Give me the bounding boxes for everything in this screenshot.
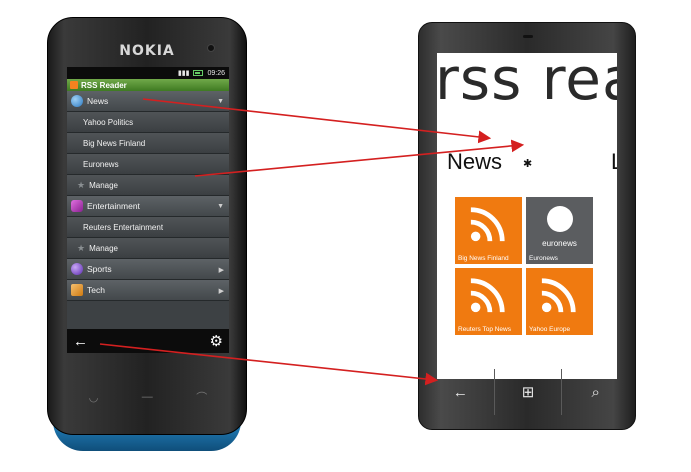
- feed-label: Yahoo Politics: [83, 117, 134, 127]
- feed-item[interactable]: Euronews: [67, 154, 229, 175]
- feed-tile[interactable]: euronews Euronews: [526, 197, 593, 264]
- chevron-right-icon: ▶: [218, 267, 224, 274]
- feed-item[interactable]: Reuters Entertainment: [67, 217, 229, 238]
- start-button[interactable]: ⊞: [493, 369, 562, 415]
- status-bar: ▮▮▮ 09:26: [67, 67, 229, 79]
- ball-icon: [71, 263, 83, 275]
- brand-logo: NOKIA: [119, 43, 175, 59]
- pivot-header-news[interactable]: News: [447, 149, 502, 175]
- feed-label: Euronews: [83, 159, 119, 169]
- category-label: Sports: [87, 264, 112, 274]
- star-icon: ★: [77, 242, 86, 253]
- hardware-keys: ◡ — ⌒: [67, 387, 229, 407]
- feed-item[interactable]: Big News Finland: [67, 133, 229, 154]
- tech-icon: [71, 284, 83, 296]
- status-time: 09:26: [207, 69, 225, 77]
- signal-icon: ▮▮▮: [177, 70, 190, 77]
- tile-label: Big News Finland: [458, 255, 509, 262]
- call-key-icon[interactable]: ◡: [89, 391, 99, 404]
- tile-label: Yahoo Europe: [529, 326, 571, 333]
- category-label: News: [87, 96, 109, 106]
- manage-label: Manage: [89, 180, 118, 190]
- manage-item[interactable]: ★ Manage: [67, 175, 229, 196]
- pivot-header-next[interactable]: L: [611, 149, 617, 175]
- end-key-icon[interactable]: ⌒: [196, 389, 207, 405]
- camera-icon: [207, 44, 215, 52]
- euronews-logo-icon: [547, 206, 573, 232]
- music-icon: [71, 200, 83, 212]
- wp-screen: rss rea News ✱ L Big News Finland eurone…: [437, 53, 617, 379]
- manage-item[interactable]: ★ Manage: [67, 238, 229, 259]
- globe-icon: [71, 95, 83, 107]
- category-label: Tech: [87, 285, 105, 295]
- battery-icon: [193, 70, 204, 76]
- nokia-phone: NOKIA ▮▮▮ 09:26 RSS Reader News ▼ Yahoo …: [47, 17, 247, 454]
- tile-label: Euronews: [529, 255, 558, 262]
- app-title: RSS Reader: [81, 80, 127, 90]
- app-title: rss rea: [437, 53, 617, 113]
- feed-tile[interactable]: Reuters Top News: [455, 268, 522, 335]
- tile-label: Reuters Top News: [458, 326, 511, 333]
- feed-tile[interactable]: Big News Finland: [455, 197, 522, 264]
- manage-label: Manage: [89, 243, 118, 253]
- wp-nav-bar: ← ⊞ ⌕: [427, 369, 629, 415]
- feed-item[interactable]: Yahoo Politics: [67, 112, 229, 133]
- chevron-right-icon: ▶: [218, 288, 224, 295]
- category-entertainment[interactable]: Entertainment ▼: [67, 196, 229, 217]
- softkey-bar: ← ⚙: [67, 329, 229, 353]
- category-news[interactable]: News ▼: [67, 91, 229, 112]
- rss-icon: [541, 278, 576, 313]
- windows-phone: rss rea News ✱ L Big News Finland eurone…: [418, 22, 636, 430]
- category-tech[interactable]: Tech ▶: [67, 280, 229, 301]
- feed-label: Big News Finland: [83, 138, 146, 148]
- gear-icon[interactable]: ✱: [523, 157, 532, 170]
- rss-icon: [470, 278, 505, 313]
- logo-text: euronews: [542, 239, 577, 248]
- star-icon: ★: [77, 179, 86, 190]
- category-label: Entertainment: [87, 201, 140, 211]
- feed-tile[interactable]: Yahoo Europe: [526, 268, 593, 335]
- chevron-down-icon: ▼: [217, 203, 224, 210]
- speaker-slot: [523, 35, 533, 38]
- search-button[interactable]: ⌕: [561, 369, 629, 415]
- feed-label: Reuters Entertainment: [83, 222, 164, 232]
- back-button[interactable]: ←: [73, 333, 88, 350]
- settings-button[interactable]: ⚙: [210, 332, 223, 350]
- nokia-screen: ▮▮▮ 09:26 RSS Reader News ▼ Yahoo Politi…: [67, 67, 229, 353]
- menu-key-icon[interactable]: —: [142, 391, 153, 403]
- chevron-down-icon: ▼: [217, 98, 224, 105]
- rss-icon: [70, 81, 78, 89]
- app-header: RSS Reader: [67, 79, 229, 91]
- category-sports[interactable]: Sports ▶: [67, 259, 229, 280]
- rss-icon: [470, 207, 505, 242]
- back-button[interactable]: ←: [427, 369, 494, 415]
